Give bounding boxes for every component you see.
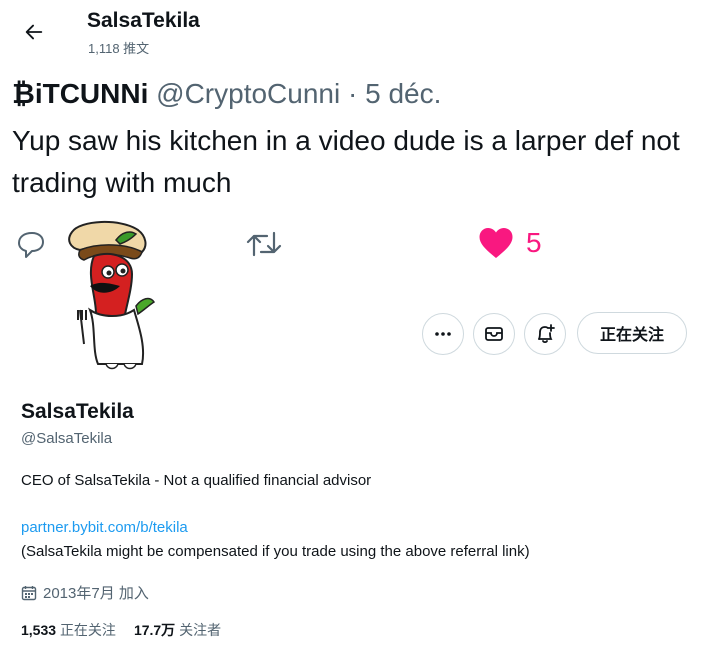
heart-icon: [479, 228, 513, 258]
tweet-author-name[interactable]: ₿iTCUNNi: [12, 78, 148, 109]
profile-link[interactable]: partner.bybit.com/b/tekila: [21, 519, 188, 536]
tweet-text: Yup saw his kitchen in a video dude is a…: [12, 125, 680, 198]
followers-count: 17.7万: [133, 622, 176, 638]
following-button[interactable]: 正在关注: [577, 312, 687, 354]
profile-handle: @SalsaTekila: [21, 430, 113, 447]
message-button[interactable]: [473, 313, 515, 355]
followers-stat[interactable]: 17.7万 关注者: [134, 622, 221, 638]
profile-stats: 1,533 正在关注 17.7万 关注者: [21, 620, 221, 640]
tweet-date[interactable]: 5 déc.: [365, 78, 441, 109]
tweet-handle[interactable]: @CryptoCunni: [156, 78, 340, 109]
following-label: 正在关注: [59, 622, 116, 638]
profile-bio: CEO of SalsaTekila - Not a qualified fin…: [21, 472, 372, 489]
followers-label: 关注者: [179, 622, 222, 638]
back-button[interactable]: [20, 18, 48, 46]
more-icon: [435, 332, 451, 336]
profile-name: SalsaTekila: [21, 400, 134, 423]
notify-icon: [538, 324, 555, 344]
tweet-header: ₿iTCUNNi @CryptoCunni · 5 déc.: [12, 78, 441, 110]
header-title: SalsaTekila: [87, 9, 200, 32]
retweet-button[interactable]: [245, 228, 283, 260]
reply-icon: [18, 232, 44, 258]
tweet-count: 1,118 推文: [88, 41, 150, 56]
mail-icon: [485, 327, 503, 341]
more-button[interactable]: [422, 313, 464, 355]
like-count: 5: [526, 227, 542, 258]
header: SalsaTekila 1,118 推文: [0, 0, 719, 66]
back-arrow-icon: [25, 24, 43, 40]
retweet-icon: [246, 231, 282, 257]
notifications-button[interactable]: [524, 313, 566, 355]
like-button[interactable]: 5: [478, 226, 542, 260]
calendar-icon: [21, 585, 37, 600]
join-date: 2013年7月 加入: [21, 582, 149, 603]
profile-link-note: (SalsaTekila might be compensated if you…: [21, 543, 530, 560]
following-stat[interactable]: 1,533 正在关注: [21, 622, 116, 638]
join-date-text: 2013年7月 加入: [43, 585, 149, 602]
tweet-separator: ·: [340, 78, 366, 109]
following-count: 1,533: [21, 622, 57, 638]
profile-avatar[interactable]: [50, 214, 190, 374]
reply-button[interactable]: [15, 228, 47, 260]
